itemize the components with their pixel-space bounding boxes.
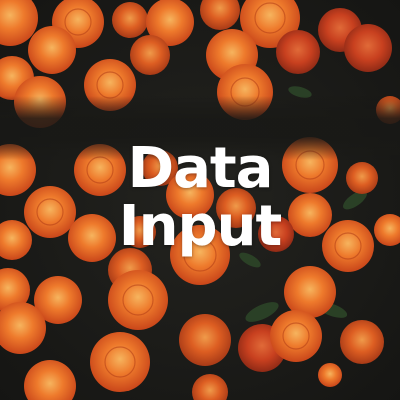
title-line-2: Input bbox=[118, 194, 282, 259]
title-line-1: Data bbox=[127, 136, 274, 201]
hero-image: Data Input bbox=[0, 0, 400, 400]
image-title: Data Input bbox=[0, 140, 400, 256]
